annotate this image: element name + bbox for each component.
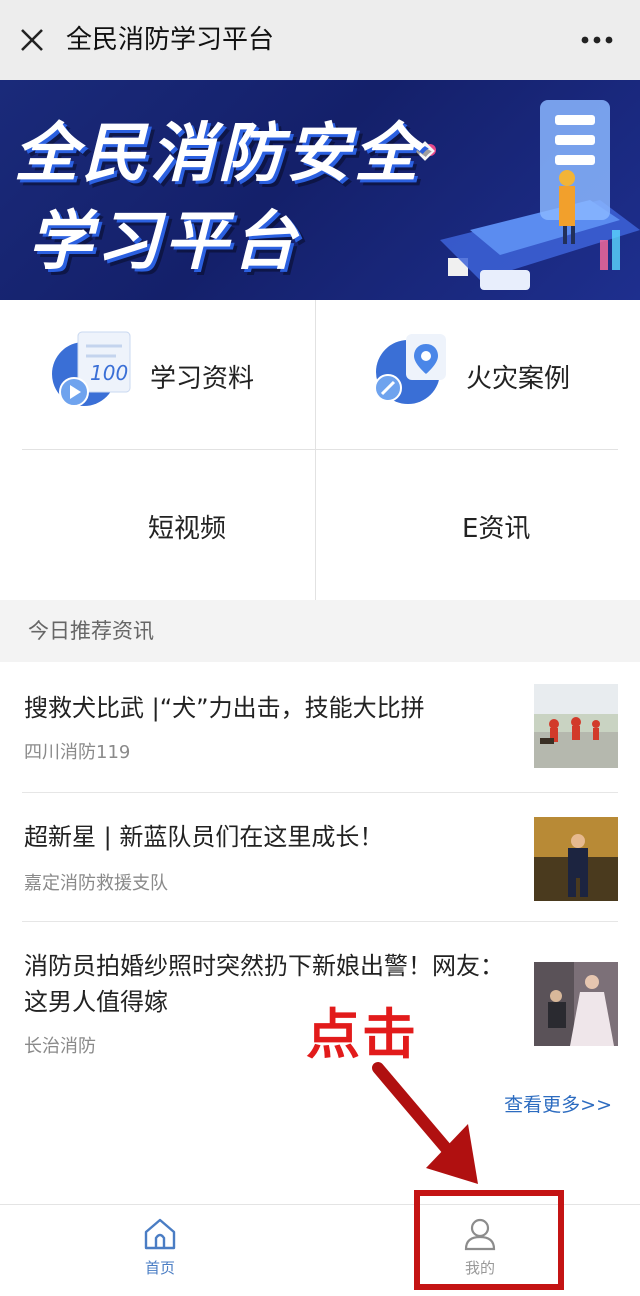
news-thumbnail: [534, 962, 618, 1046]
menu-fire-cases[interactable]: 火灾案例: [338, 300, 638, 450]
news-title: 超新星 | 新蓝队员们在这里成长！: [24, 823, 384, 851]
grid-divider-horizontal: [22, 449, 618, 450]
section-title: 今日推荐资讯: [28, 619, 154, 643]
svg-text:100: 100: [90, 361, 128, 385]
view-more-link[interactable]: 查看更多>>: [504, 1090, 612, 1117]
section-header: 今日推荐资讯: [0, 600, 640, 662]
news-item[interactable]: 超新星 | 新蓝队员们在这里成长！ 嘉定消防救援支队: [0, 793, 640, 921]
banner-subheadline: 学习平台: [28, 205, 300, 279]
news-source: 四川消防119: [24, 742, 131, 763]
top-bar: 全民消防学习平台: [0, 0, 640, 80]
menu-grid: 100 学习资料 火灾案例 短视频 E资讯: [0, 300, 640, 600]
annotation-highlight-box: [414, 1190, 564, 1290]
menu-study-materials[interactable]: 100 学习资料: [22, 300, 322, 450]
news-source: 嘉定消防救援支队: [24, 873, 168, 894]
news-thumbnail: [534, 684, 618, 768]
menu-e-news[interactable]: E资讯: [338, 450, 638, 600]
menu-study-materials-label: 学习资料: [150, 364, 255, 394]
grid-divider-vertical: [315, 300, 316, 600]
news-title: 搜救犬比武 |“犬”力出击，技能大比拼: [24, 694, 425, 722]
hero-banner[interactable]: 全民消防安全 学习平台: [0, 80, 640, 300]
fire-cases-icon: [374, 334, 446, 404]
annotation-arrow-icon: [372, 1062, 478, 1184]
menu-short-videos-label: 短视频: [148, 514, 227, 544]
annotation-text: 点击: [306, 1003, 418, 1066]
close-icon[interactable]: [18, 26, 46, 54]
banner-headline: 全民消防安全: [14, 117, 422, 191]
tab-home-label: 首页: [144, 1259, 175, 1277]
news-title: 消防员拍婚纱照时突然扔下新娘出警！网友：这男人值得嫁: [24, 952, 504, 1016]
news-item[interactable]: 搜救犬比武 |“犬”力出击，技能大比拼 四川消防119: [0, 662, 640, 792]
home-icon: [144, 1218, 176, 1250]
news-source: 长治消防: [24, 1036, 96, 1057]
menu-short-videos[interactable]: 短视频: [22, 450, 322, 600]
menu-e-news-label: E资讯: [462, 514, 531, 544]
news-thumbnail: [534, 817, 618, 901]
more-icon[interactable]: [580, 30, 614, 50]
menu-fire-cases-label: 火灾案例: [466, 364, 571, 394]
study-materials-icon: 100: [52, 331, 131, 407]
tab-home[interactable]: 首页: [100, 1213, 220, 1289]
page-title: 全民消防学习平台: [66, 25, 275, 55]
